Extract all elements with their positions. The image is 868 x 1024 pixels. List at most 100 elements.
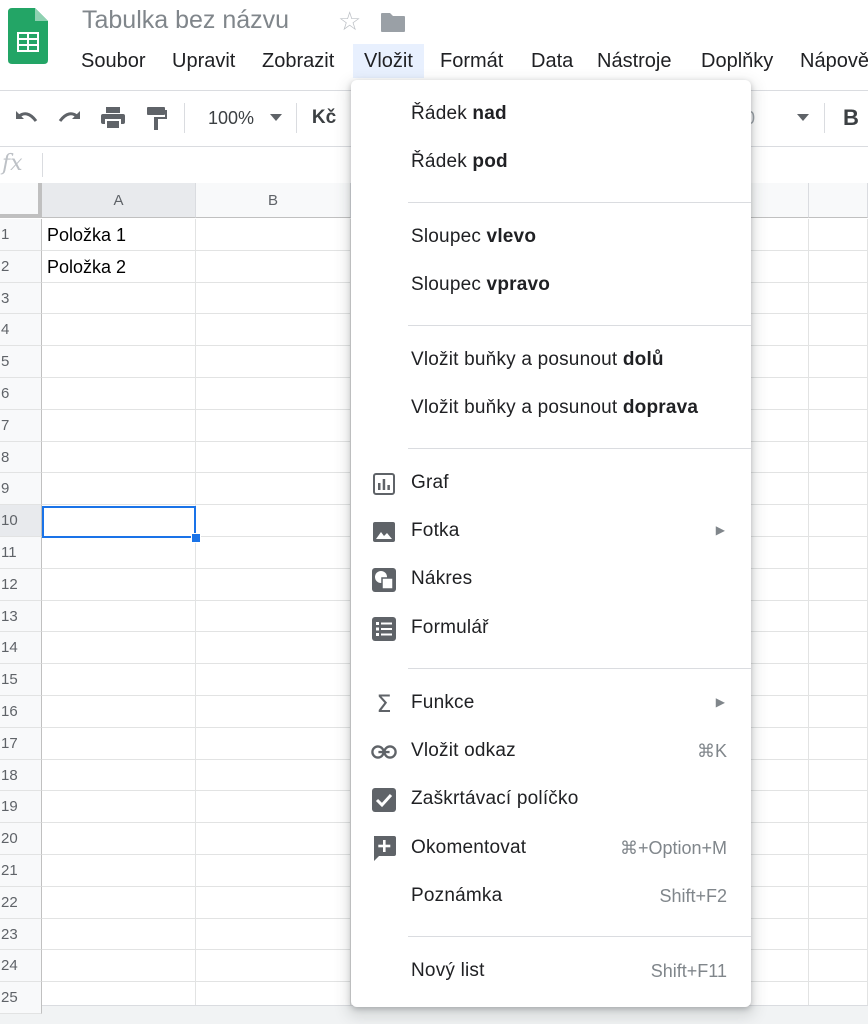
row-header[interactable]: 1: [0, 219, 42, 251]
folder-icon[interactable]: [380, 11, 406, 33]
insert-drawing[interactable]: Nákres: [351, 557, 751, 603]
row-header[interactable]: 19: [0, 791, 42, 823]
grid-cell[interactable]: [42, 569, 196, 601]
insert-note[interactable]: Poznámka Shift+F2: [351, 874, 751, 920]
grid-cell[interactable]: [196, 473, 351, 505]
cell-a1[interactable]: Položka 1: [42, 219, 196, 251]
grid-cell[interactable]: [42, 823, 196, 855]
row-header[interactable]: 22: [0, 887, 42, 919]
insert-form[interactable]: Formulář: [351, 606, 751, 652]
insert-image[interactable]: Fotka ▶: [351, 509, 751, 555]
insert-row-above[interactable]: Řádek nad: [351, 92, 751, 138]
row-header[interactable]: 21: [0, 855, 42, 887]
grid-cell[interactable]: [809, 410, 868, 442]
row-header[interactable]: 20: [0, 823, 42, 855]
row-header[interactable]: 6: [0, 378, 42, 410]
zoom-value[interactable]: 100%: [204, 101, 258, 135]
grid-cell[interactable]: [751, 696, 809, 728]
grid-cell[interactable]: [42, 314, 196, 346]
grid-cell[interactable]: [196, 919, 351, 950]
select-all-corner[interactable]: [0, 183, 42, 218]
horizontal-scrollbar[interactable]: [0, 1005, 868, 1024]
row-header[interactable]: 14: [0, 632, 42, 664]
grid-cell[interactable]: [809, 219, 868, 251]
menu-help[interactable]: Nápově: [800, 44, 868, 78]
grid-cell[interactable]: [751, 473, 809, 505]
row-header[interactable]: 17: [0, 728, 42, 760]
insert-row-below[interactable]: Řádek pod: [351, 140, 751, 186]
grid-cell[interactable]: [196, 696, 351, 728]
menu-view[interactable]: Zobrazit: [262, 44, 334, 78]
currency-format-button[interactable]: Kč: [308, 101, 340, 135]
grid-cell[interactable]: [196, 632, 351, 664]
zoom-dropdown-icon[interactable]: [266, 101, 286, 135]
grid-cell[interactable]: [809, 314, 868, 346]
grid-cell[interactable]: [196, 601, 351, 632]
row-header[interactable]: 7: [0, 410, 42, 442]
grid-cell[interactable]: [42, 283, 196, 314]
grid-cell[interactable]: [196, 569, 351, 601]
row-header[interactable]: 24: [0, 950, 42, 982]
print-icon[interactable]: [98, 101, 128, 135]
grid-cell[interactable]: [809, 378, 868, 410]
insert-checkbox[interactable]: Zaškrtávací políčko: [351, 777, 751, 823]
grid-cell[interactable]: [42, 696, 196, 728]
grid-cell[interactable]: [42, 378, 196, 410]
grid-cell[interactable]: [196, 442, 351, 473]
row-header[interactable]: 16: [0, 696, 42, 728]
grid-cell[interactable]: [809, 442, 868, 473]
grid-cell[interactable]: [196, 728, 351, 760]
row-header[interactable]: 8: [0, 442, 42, 473]
menu-insert[interactable]: Vložit: [353, 44, 424, 78]
grid-cell[interactable]: [751, 950, 809, 982]
grid-cell[interactable]: [751, 346, 809, 378]
column-header[interactable]: [809, 183, 868, 218]
grid-cell[interactable]: [42, 664, 196, 696]
grid-cell[interactable]: [751, 219, 809, 251]
grid-cell[interactable]: [751, 569, 809, 601]
column-header-a[interactable]: A: [42, 183, 196, 218]
grid-cell[interactable]: [751, 823, 809, 855]
fill-handle[interactable]: [191, 533, 201, 543]
menu-edit[interactable]: Upravit: [172, 44, 235, 78]
row-header[interactable]: 5: [0, 346, 42, 378]
grid-cell[interactable]: [809, 505, 868, 537]
grid-cell[interactable]: [809, 251, 868, 283]
row-header[interactable]: 18: [0, 760, 42, 791]
grid-cell[interactable]: [809, 569, 868, 601]
grid-cell[interactable]: [809, 760, 868, 791]
insert-new-sheet[interactable]: Nový list Shift+F11: [351, 949, 751, 995]
grid-cell[interactable]: [196, 855, 351, 887]
row-header[interactable]: 23: [0, 919, 42, 950]
row-header[interactable]: 11: [0, 537, 42, 569]
grid-cell[interactable]: [809, 601, 868, 632]
grid-cell[interactable]: [196, 950, 351, 982]
grid-cell[interactable]: [42, 537, 196, 569]
grid-cell[interactable]: [809, 823, 868, 855]
row-header[interactable]: 9: [0, 473, 42, 505]
grid-cell[interactable]: [196, 378, 351, 410]
menu-file[interactable]: Soubor: [81, 44, 146, 78]
grid-cell[interactable]: [751, 537, 809, 569]
grid-cell[interactable]: [809, 632, 868, 664]
grid-cell[interactable]: [809, 346, 868, 378]
grid-cell[interactable]: [42, 346, 196, 378]
grid-cell[interactable]: [809, 950, 868, 982]
insert-column-left[interactable]: Sloupec vlevo: [351, 215, 751, 261]
grid-cell[interactable]: [196, 314, 351, 346]
grid-cell[interactable]: [751, 251, 809, 283]
grid-cell[interactable]: [809, 283, 868, 314]
grid-cell[interactable]: [751, 378, 809, 410]
grid-cell[interactable]: [196, 219, 351, 251]
grid-cell[interactable]: [196, 760, 351, 791]
menu-addons[interactable]: Doplňky: [701, 44, 773, 78]
grid-cell[interactable]: [809, 887, 868, 919]
grid-cell[interactable]: [42, 601, 196, 632]
column-header[interactable]: [751, 183, 809, 218]
insert-cells-shift-right[interactable]: Vložit buňky a posunout doprava: [351, 386, 751, 432]
grid-cell[interactable]: [196, 505, 351, 537]
row-header[interactable]: 3: [0, 283, 42, 314]
grid-cell[interactable]: [42, 728, 196, 760]
grid-cell[interactable]: [42, 410, 196, 442]
column-header-b[interactable]: B: [196, 183, 351, 218]
